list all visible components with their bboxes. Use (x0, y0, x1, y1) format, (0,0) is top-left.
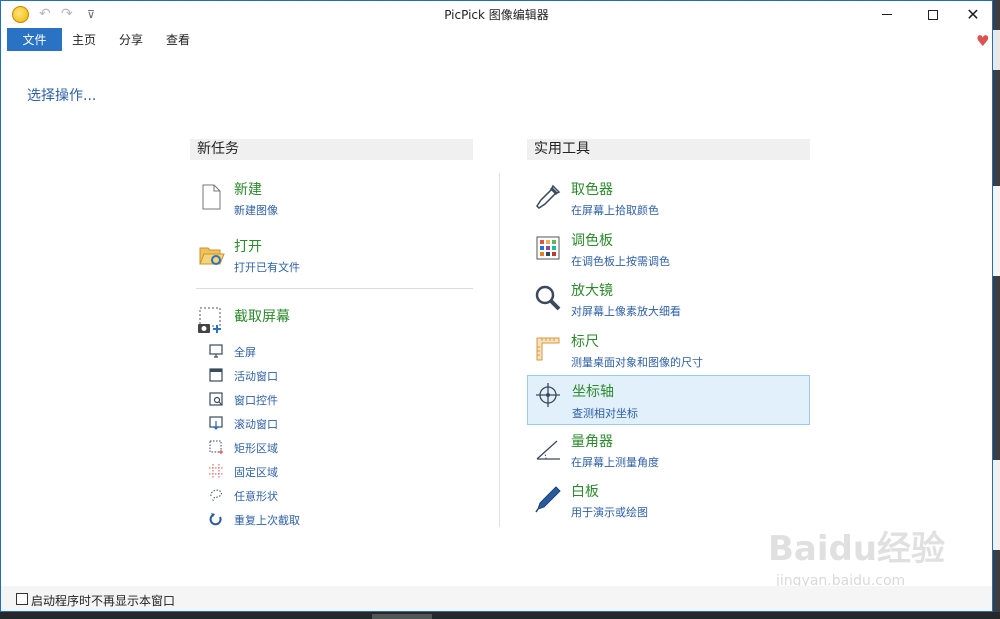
window-control-icon (209, 392, 223, 406)
capture-option-label: 窗口控件 (234, 394, 278, 407)
screen-capture-item[interactable]: 截取屏幕 (190, 304, 473, 334)
screen-capture-icon (198, 307, 221, 333)
capture-option-label: 固定区域 (234, 466, 278, 479)
pen-icon (535, 486, 561, 513)
capture-fullscreen[interactable]: 全屏 (206, 341, 356, 361)
minimize-icon (882, 14, 892, 15)
watermark-logo: Baidu经验 (768, 529, 946, 569)
whiteboard-subtitle: 用于演示或绘图 (571, 506, 648, 519)
tab-view[interactable]: 查看 (158, 28, 198, 51)
close-button[interactable]: ✕ (950, 1, 996, 28)
protractor-icon (536, 440, 560, 460)
window-icon (209, 368, 223, 382)
magnifier-item[interactable]: 放大镜 对屏幕上像素放大细看 (527, 278, 810, 328)
column-divider (499, 173, 500, 527)
section-divider (196, 288, 473, 289)
desktop-background-bottom (0, 612, 1000, 619)
magnifier-subtitle: 对屏幕上像素放大细看 (571, 305, 681, 318)
open-folder-icon (199, 247, 225, 265)
capture-option-label: 任意形状 (234, 490, 278, 503)
footer-bar: 启动程序时不再显示本窗口 (1, 586, 992, 611)
capture-active-window[interactable]: 活动窗口 (206, 365, 356, 385)
protractor-title: 量角器 (571, 434, 613, 450)
capture-freehand[interactable]: 任意形状 (206, 485, 356, 505)
color-picker-title: 取色器 (571, 182, 613, 198)
tab-share[interactable]: 分享 (111, 28, 151, 51)
dont-show-checkbox[interactable] (16, 593, 28, 605)
monitor-icon (209, 344, 223, 358)
color-picker-item[interactable]: 取色器 在屏幕上拾取颜色 (527, 177, 810, 227)
app-window: ↶ ↷ ⊽ PicPick 图像编辑器 ✕ 文件 主页 分享 查看 ♥ 选择操作… (0, 0, 993, 612)
tools-header: 实用工具 (527, 139, 810, 160)
open-file-item[interactable]: 打开 打开已有文件 (190, 234, 473, 284)
scroll-window-icon (209, 416, 223, 430)
ruler-icon (536, 337, 560, 361)
capture-option-label: 重复上次截取 (234, 514, 300, 527)
new-title: 新建 (234, 182, 262, 198)
window-title: PicPick 图像编辑器 (444, 8, 549, 22)
screen-capture-title: 截取屏幕 (234, 309, 290, 325)
palette-icon (536, 236, 560, 260)
capture-fixed-region[interactable]: 固定区域 (206, 461, 356, 481)
crosshair-item[interactable]: 坐标轴 查测相对坐标 (527, 375, 810, 425)
crosshair-icon (536, 383, 560, 407)
palette-title: 调色板 (571, 233, 613, 249)
capture-option-label: 全屏 (234, 346, 256, 359)
tab-home[interactable]: 主页 (64, 28, 104, 51)
repeat-icon (209, 513, 222, 526)
color-picker-subtitle: 在屏幕上拾取颜色 (571, 204, 659, 217)
crosshair-title: 坐标轴 (572, 384, 614, 400)
magnifier-title: 放大镜 (571, 283, 613, 299)
page-title: 选择操作... (27, 88, 97, 104)
capture-option-label: 活动窗口 (234, 370, 278, 383)
heart-icon[interactable]: ♥ (976, 32, 989, 50)
title-bar: ↶ ↷ ⊽ PicPick 图像编辑器 ✕ (1, 1, 992, 28)
rect-region-icon (209, 440, 223, 454)
ruler-subtitle: 测量桌面对象和图像的尺寸 (571, 356, 703, 369)
whiteboard-title: 白板 (571, 484, 599, 500)
new-file-icon (202, 184, 221, 210)
eyedropper-icon (536, 184, 561, 209)
open-title: 打开 (234, 239, 262, 255)
ruler-title: 标尺 (571, 334, 599, 350)
new-image-item[interactable]: 新建 新建图像 (190, 177, 473, 227)
open-subtitle: 打开已有文件 (234, 261, 300, 274)
crosshair-subtitle: 查测相对坐标 (572, 407, 638, 420)
protractor-item[interactable]: 量角器 在屏幕上测量角度 (527, 429, 810, 479)
new-subtitle: 新建图像 (234, 204, 278, 217)
ribbon-tabs: 文件 主页 分享 查看 (1, 28, 992, 51)
palette-subtitle: 在调色板上按需调色 (571, 255, 670, 268)
palette-item[interactable]: 调色板 在调色板上按需调色 (527, 228, 810, 278)
new-task-header: 新任务 (190, 139, 473, 160)
ruler-item[interactable]: 标尺 测量桌面对象和图像的尺寸 (527, 329, 810, 379)
dont-show-label[interactable]: 启动程序时不再显示本窗口 (31, 592, 175, 609)
close-icon: ✕ (966, 5, 980, 24)
desktop-background-right (992, 0, 1000, 619)
tab-file[interactable]: 文件 (7, 28, 62, 51)
maximize-icon (928, 9, 938, 20)
capture-repeat-last[interactable]: 重复上次截取 (206, 509, 356, 529)
capture-option-label: 滚动窗口 (234, 418, 278, 431)
capture-rect-region[interactable]: 矩形区域 (206, 437, 356, 457)
capture-scroll-window[interactable]: 滚动窗口 (206, 413, 356, 433)
capture-window-control[interactable]: 窗口控件 (206, 389, 356, 409)
capture-option-label: 矩形区域 (234, 442, 278, 455)
protractor-subtitle: 在屏幕上测量角度 (571, 456, 659, 469)
freehand-icon (210, 489, 222, 502)
magnifier-icon (535, 285, 561, 311)
minimize-button[interactable] (864, 1, 910, 28)
fixed-region-icon (209, 464, 223, 478)
